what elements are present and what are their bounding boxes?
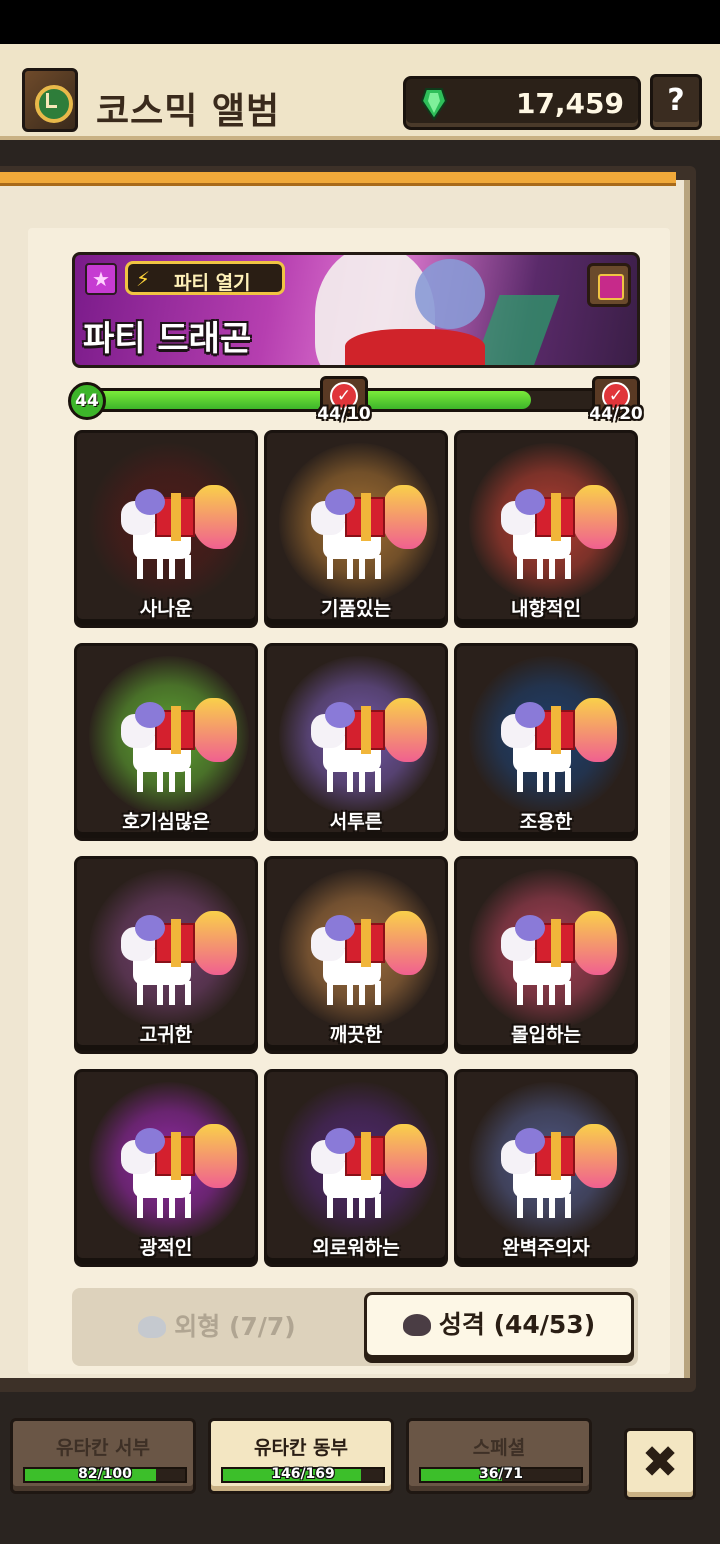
personality-label: 서투른 — [329, 811, 383, 833]
pet-sprite — [501, 485, 619, 585]
album-tab-bar: 외형 (7/7) 성격 (44/53) — [72, 1288, 638, 1366]
tab-appearance[interactable]: 외형 (7/7) — [82, 1294, 352, 1360]
personality-card[interactable]: 사나운 — [74, 430, 258, 628]
tab-personality[interactable]: 성격 (44/53) — [364, 1292, 634, 1358]
gem-currency-icon — [420, 88, 448, 121]
personality-label: 조용한 — [519, 811, 573, 833]
currency-value: 17,459 — [515, 87, 624, 120]
region-tab-special[interactable]: 스페셜 36/71 — [406, 1418, 592, 1494]
personality-card[interactable]: 기품있는 — [264, 430, 448, 628]
book-bookmark-strip — [0, 172, 676, 186]
pet-sprite — [121, 1124, 239, 1224]
personality-label: 사나운 — [139, 598, 193, 620]
personality-label: 내향적인 — [511, 598, 581, 620]
star-icon: ★ — [85, 263, 117, 295]
region-tab-west[interactable]: 유타칸 서부 82/100 — [10, 1418, 196, 1494]
personality-label: 깨끗한 — [329, 1024, 383, 1046]
personality-label: 광적인 — [139, 1237, 193, 1259]
pet-sprite — [501, 698, 619, 798]
album-book-icon — [22, 68, 78, 132]
region-tab-east[interactable]: 유타칸 동부 146/169 — [208, 1418, 394, 1494]
personality-card[interactable]: 고귀한 — [74, 856, 258, 1054]
pet-banner: ★ ⚡ 파티 열기 파티 드래곤 — [72, 252, 640, 368]
region-progress-bar: 146/169 — [221, 1466, 385, 1483]
collection-level-badge: 44 — [68, 382, 106, 420]
region-progress-bar: 82/100 — [23, 1466, 187, 1483]
personality-label: 고귀한 — [139, 1024, 193, 1046]
personality-card[interactable]: 조용한 — [454, 643, 638, 841]
milestone-label-1: 44/10 — [317, 404, 371, 424]
personality-icon — [402, 1314, 431, 1336]
appearance-icon — [138, 1316, 167, 1338]
banner-album-button[interactable] — [587, 263, 631, 307]
personality-card[interactable]: 광적인 — [74, 1069, 258, 1267]
pet-sprite — [311, 1124, 429, 1224]
page-title: 코스믹 앨범 — [96, 91, 281, 132]
party-open-badge: ⚡ 파티 열기 — [125, 261, 285, 295]
personality-label: 완벽주의자 — [502, 1237, 590, 1259]
personality-card[interactable]: 깨끗한 — [264, 856, 448, 1054]
pet-sprite — [121, 698, 239, 798]
personality-label: 외로워하는 — [312, 1237, 400, 1259]
help-button[interactable]: ? — [650, 74, 702, 130]
milestone-label-2: 44/20 — [589, 404, 643, 424]
pet-sprite — [311, 485, 429, 585]
status-bar — [0, 0, 720, 44]
personality-label: 호기심많은 — [122, 811, 210, 833]
personality-card[interactable]: 몰입하는 — [454, 856, 638, 1054]
personality-card[interactable]: 완벽주의자 — [454, 1069, 638, 1267]
close-button[interactable]: ✖ — [624, 1428, 696, 1500]
lightning-icon: ⚡ — [136, 267, 151, 291]
pet-sprite — [501, 911, 619, 1011]
pet-sprite — [121, 485, 239, 585]
personality-label: 몰입하는 — [511, 1024, 581, 1046]
personality-card[interactable]: 서투른 — [264, 643, 448, 841]
personality-card[interactable]: 내향적인 — [454, 430, 638, 628]
personality-label: 기품있는 — [321, 598, 391, 620]
personality-card[interactable]: 호기심많은 — [74, 643, 258, 841]
currency-display: 17,459 — [403, 76, 641, 130]
pet-name: 파티 드래곤 — [83, 319, 252, 359]
pet-sprite — [311, 911, 429, 1011]
pet-sprite — [121, 911, 239, 1011]
pet-sprite — [501, 1124, 619, 1224]
pet-sprite — [311, 698, 429, 798]
personality-card[interactable]: 외로워하는 — [264, 1069, 448, 1267]
region-progress-bar: 36/71 — [419, 1466, 583, 1483]
personality-grid: 사나운 기품있는 내향적인호기심많은 서투른 조용한고귀한 깨끗한 몰입하는광적인 외로워하는… — [74, 430, 640, 1270]
